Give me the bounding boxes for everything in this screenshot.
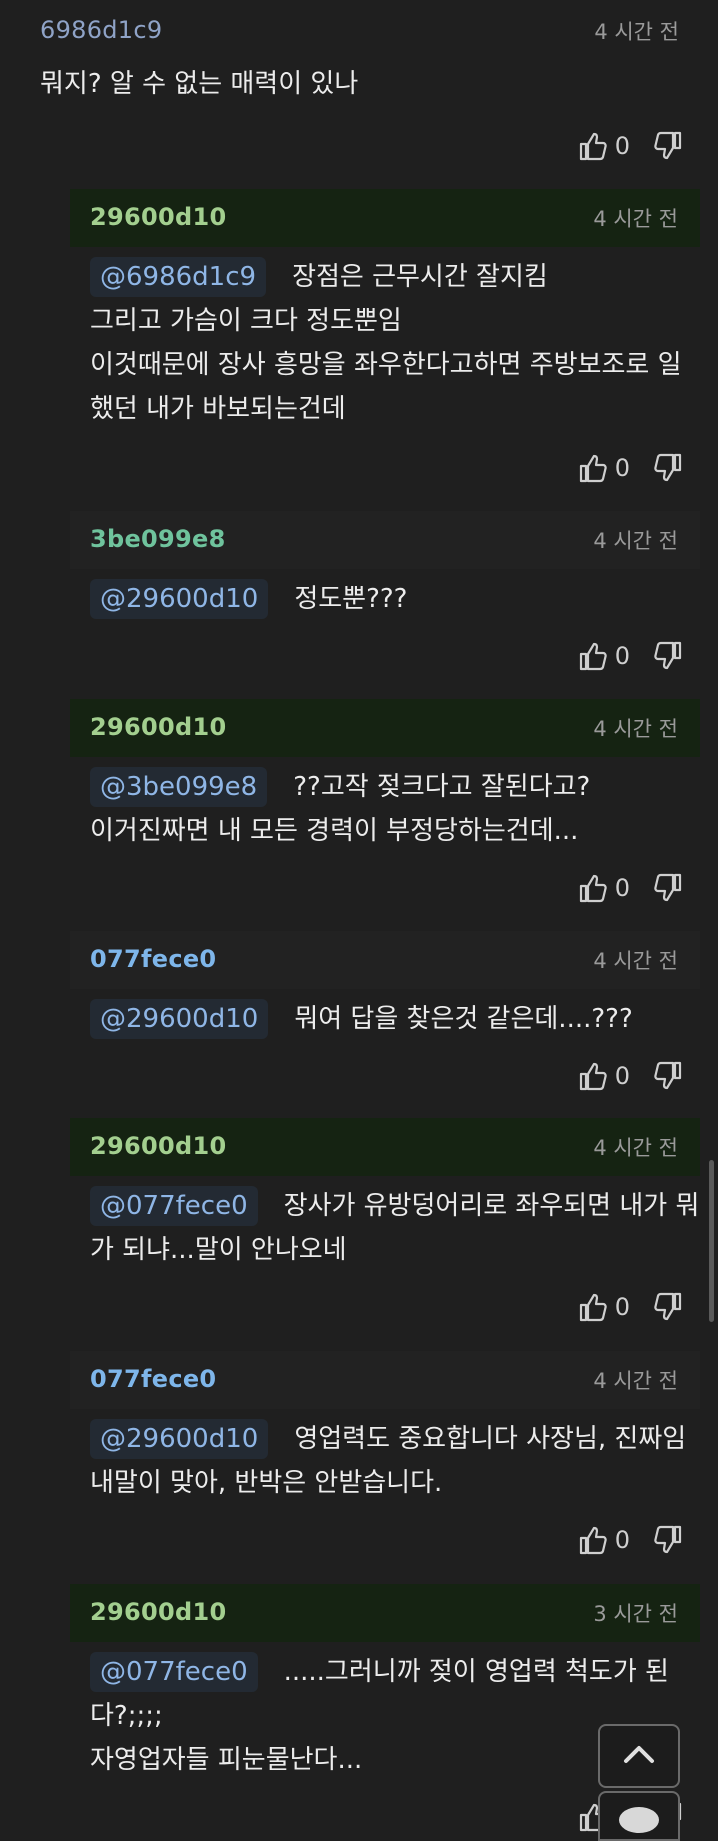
comment-time: 4 시간 전: [593, 207, 678, 231]
thumbs-down-icon[interactable]: [654, 1061, 682, 1091]
thumbs-down-icon[interactable]: [654, 131, 682, 161]
comment-body: @29600d10 정도뿐???: [70, 569, 700, 621]
comment-body: @077fece0 장사가 유방덩어리로 좌우되면 내가 뭐 가 되냐...말이 …: [70, 1176, 700, 1272]
chat-bubble-icon: [619, 1807, 659, 1833]
comment-actions: 0: [579, 1287, 682, 1327]
reply-item: 077fece0 4 시간 전 @29600d10 영업력도 중요합니다 사장님,…: [70, 1351, 700, 1555]
comment-actions: 0: [579, 448, 682, 488]
thumbs-down-icon[interactable]: [654, 453, 682, 483]
comment-line: 이거진짜면 내 모든 경력이 부정당하는건데...: [90, 816, 579, 846]
comment-line: 이것때문에 장사 흥망을 좌우한다고하면 주방보조로 일: [90, 350, 682, 380]
reply-item: 077fece0 4 시간 전 @29600d10 뭐여 답을 찾은것 같은데..…: [70, 931, 700, 1091]
comment-author[interactable]: 077fece0: [90, 1365, 216, 1393]
comment-line: 장사가 유방덩어리로 좌우되면 내가 뭐: [283, 1191, 700, 1221]
comment-line: 가 되냐...말이 안나오네: [90, 1235, 347, 1265]
comment-header: 6986d1c9 4 시간 전: [0, 0, 718, 58]
thumbs-up-icon[interactable]: [579, 641, 607, 671]
thumbs-up-icon[interactable]: [579, 1292, 607, 1322]
comment-author[interactable]: 29600d10: [90, 1132, 226, 1160]
chevron-up-icon: [622, 1743, 656, 1769]
comment-header: 29600d10 4 시간 전: [70, 1118, 700, 1176]
comment-body: 뭐지? 알 수 없는 매력이 있나: [0, 58, 718, 106]
like-count: 0: [614, 132, 630, 160]
reply-item: 29600d10 4 시간 전 @6986d1c9 장점은 근무시간 잘지킴 그리…: [70, 189, 700, 483]
comment-time: 3 시간 전: [593, 1602, 678, 1626]
comment-line: 영업력도 중요합니다 사장님, 진짜임: [294, 1424, 687, 1454]
mention-tag[interactable]: @6986d1c9: [90, 257, 267, 297]
mention-tag[interactable]: @29600d10: [90, 999, 269, 1039]
like-count: 0: [614, 874, 630, 902]
comment-time: 4 시간 전: [593, 1369, 678, 1393]
like-count: 0: [614, 1526, 630, 1554]
comment-header: 077fece0 4 시간 전: [70, 931, 700, 989]
comment-body: @29600d10 영업력도 중요합니다 사장님, 진짜임 내말이 맞아, 반박은…: [70, 1409, 700, 1505]
thumbs-down-icon[interactable]: [654, 641, 682, 671]
mention-tag[interactable]: @29600d10: [90, 1419, 269, 1459]
comment-item: 6986d1c9 4 시간 전 뭐지? 알 수 없는 매력이 있나 0: [0, 0, 718, 161]
like-count: 0: [614, 1062, 630, 1090]
mention-tag[interactable]: @077fece0: [90, 1186, 258, 1226]
mention-tag[interactable]: @077fece0: [90, 1652, 258, 1692]
thumbs-up-icon[interactable]: [579, 131, 607, 161]
thumbs-down-icon[interactable]: [654, 1525, 682, 1555]
comment-header: 29600d10 4 시간 전: [70, 699, 700, 757]
comment-header: 3be099e8 4 시간 전: [70, 511, 700, 569]
reply-item: 29600d10 4 시간 전 @3be099e8 ??고작 젖크다고 잘된다고?…: [70, 699, 700, 903]
comment-line: 내말이 맞아, 반박은 안받습니다.: [90, 1468, 443, 1498]
comment-time: 4 시간 전: [594, 20, 679, 44]
comment-button[interactable]: [598, 1791, 680, 1841]
comment-line: ??고작 젖크다고 잘된다고?: [293, 772, 591, 802]
comment-author[interactable]: 29600d10: [90, 1598, 226, 1626]
mention-tag[interactable]: @3be099e8: [90, 767, 268, 807]
comment-header: 29600d10 4 시간 전: [70, 189, 700, 247]
comment-body: @29600d10 뭐여 답을 찾은것 같은데....???: [70, 989, 700, 1041]
scroll-to-top-button[interactable]: [598, 1724, 680, 1788]
comment-header: 077fece0 4 시간 전: [70, 1351, 700, 1409]
like-count: 0: [614, 454, 630, 482]
mention-tag[interactable]: @29600d10: [90, 579, 269, 619]
comment-time: 4 시간 전: [593, 717, 678, 741]
comment-actions: 0: [579, 868, 682, 908]
comment-line: 그리고 가슴이 크다 정도뿐임: [90, 306, 402, 336]
comment-time: 4 시간 전: [593, 529, 678, 553]
scrollbar[interactable]: [709, 1160, 714, 1322]
comment-line: .....그러니까 젖이 영업력 척도가 된: [283, 1657, 669, 1687]
comment-actions: 0: [579, 1056, 682, 1096]
comment-body: @6986d1c9 장점은 근무시간 잘지킴 그리고 가슴이 크다 정도뿐임 이것…: [70, 247, 700, 431]
thumbs-up-icon[interactable]: [579, 1061, 607, 1091]
comment-author[interactable]: 29600d10: [90, 203, 226, 231]
like-count: 0: [614, 642, 630, 670]
comment-actions: 0: [579, 126, 682, 166]
thumbs-down-icon[interactable]: [654, 873, 682, 903]
reply-item: 3be099e8 4 시간 전 @29600d10 정도뿐??? 0: [70, 511, 700, 671]
comment-actions: 0: [579, 636, 682, 676]
comment-line: 정도뿐???: [294, 584, 408, 614]
comment-author[interactable]: 29600d10: [90, 713, 226, 741]
comment-line: 뭐지? 알 수 없는 매력이 있나: [40, 69, 359, 99]
thumbs-up-icon[interactable]: [579, 453, 607, 483]
reply-item: 29600d10 4 시간 전 @077fece0 장사가 유방덩어리로 좌우되면…: [70, 1118, 700, 1322]
comment-header: 29600d10 3 시간 전: [70, 1584, 700, 1642]
comment-line: 뭐여 답을 찾은것 같은데....???: [294, 1004, 633, 1034]
comment-author[interactable]: 077fece0: [90, 945, 216, 973]
comment-body: @3be099e8 ??고작 젖크다고 잘된다고? 이거진짜면 내 모든 경력이 …: [70, 757, 700, 853]
comment-line: 했던 내가 바보되는건데: [90, 394, 346, 424]
comment-actions: 0: [579, 1520, 682, 1560]
comment-author[interactable]: 6986d1c9: [40, 16, 162, 44]
thumbs-up-icon[interactable]: [579, 873, 607, 903]
comment-author[interactable]: 3be099e8: [90, 525, 226, 553]
comment-time: 4 시간 전: [593, 949, 678, 973]
comment-line: 장점은 근무시간 잘지킴: [292, 262, 548, 292]
thumbs-up-icon[interactable]: [579, 1525, 607, 1555]
comment-time: 4 시간 전: [593, 1136, 678, 1160]
like-count: 0: [614, 1293, 630, 1321]
thumbs-down-icon[interactable]: [654, 1292, 682, 1322]
